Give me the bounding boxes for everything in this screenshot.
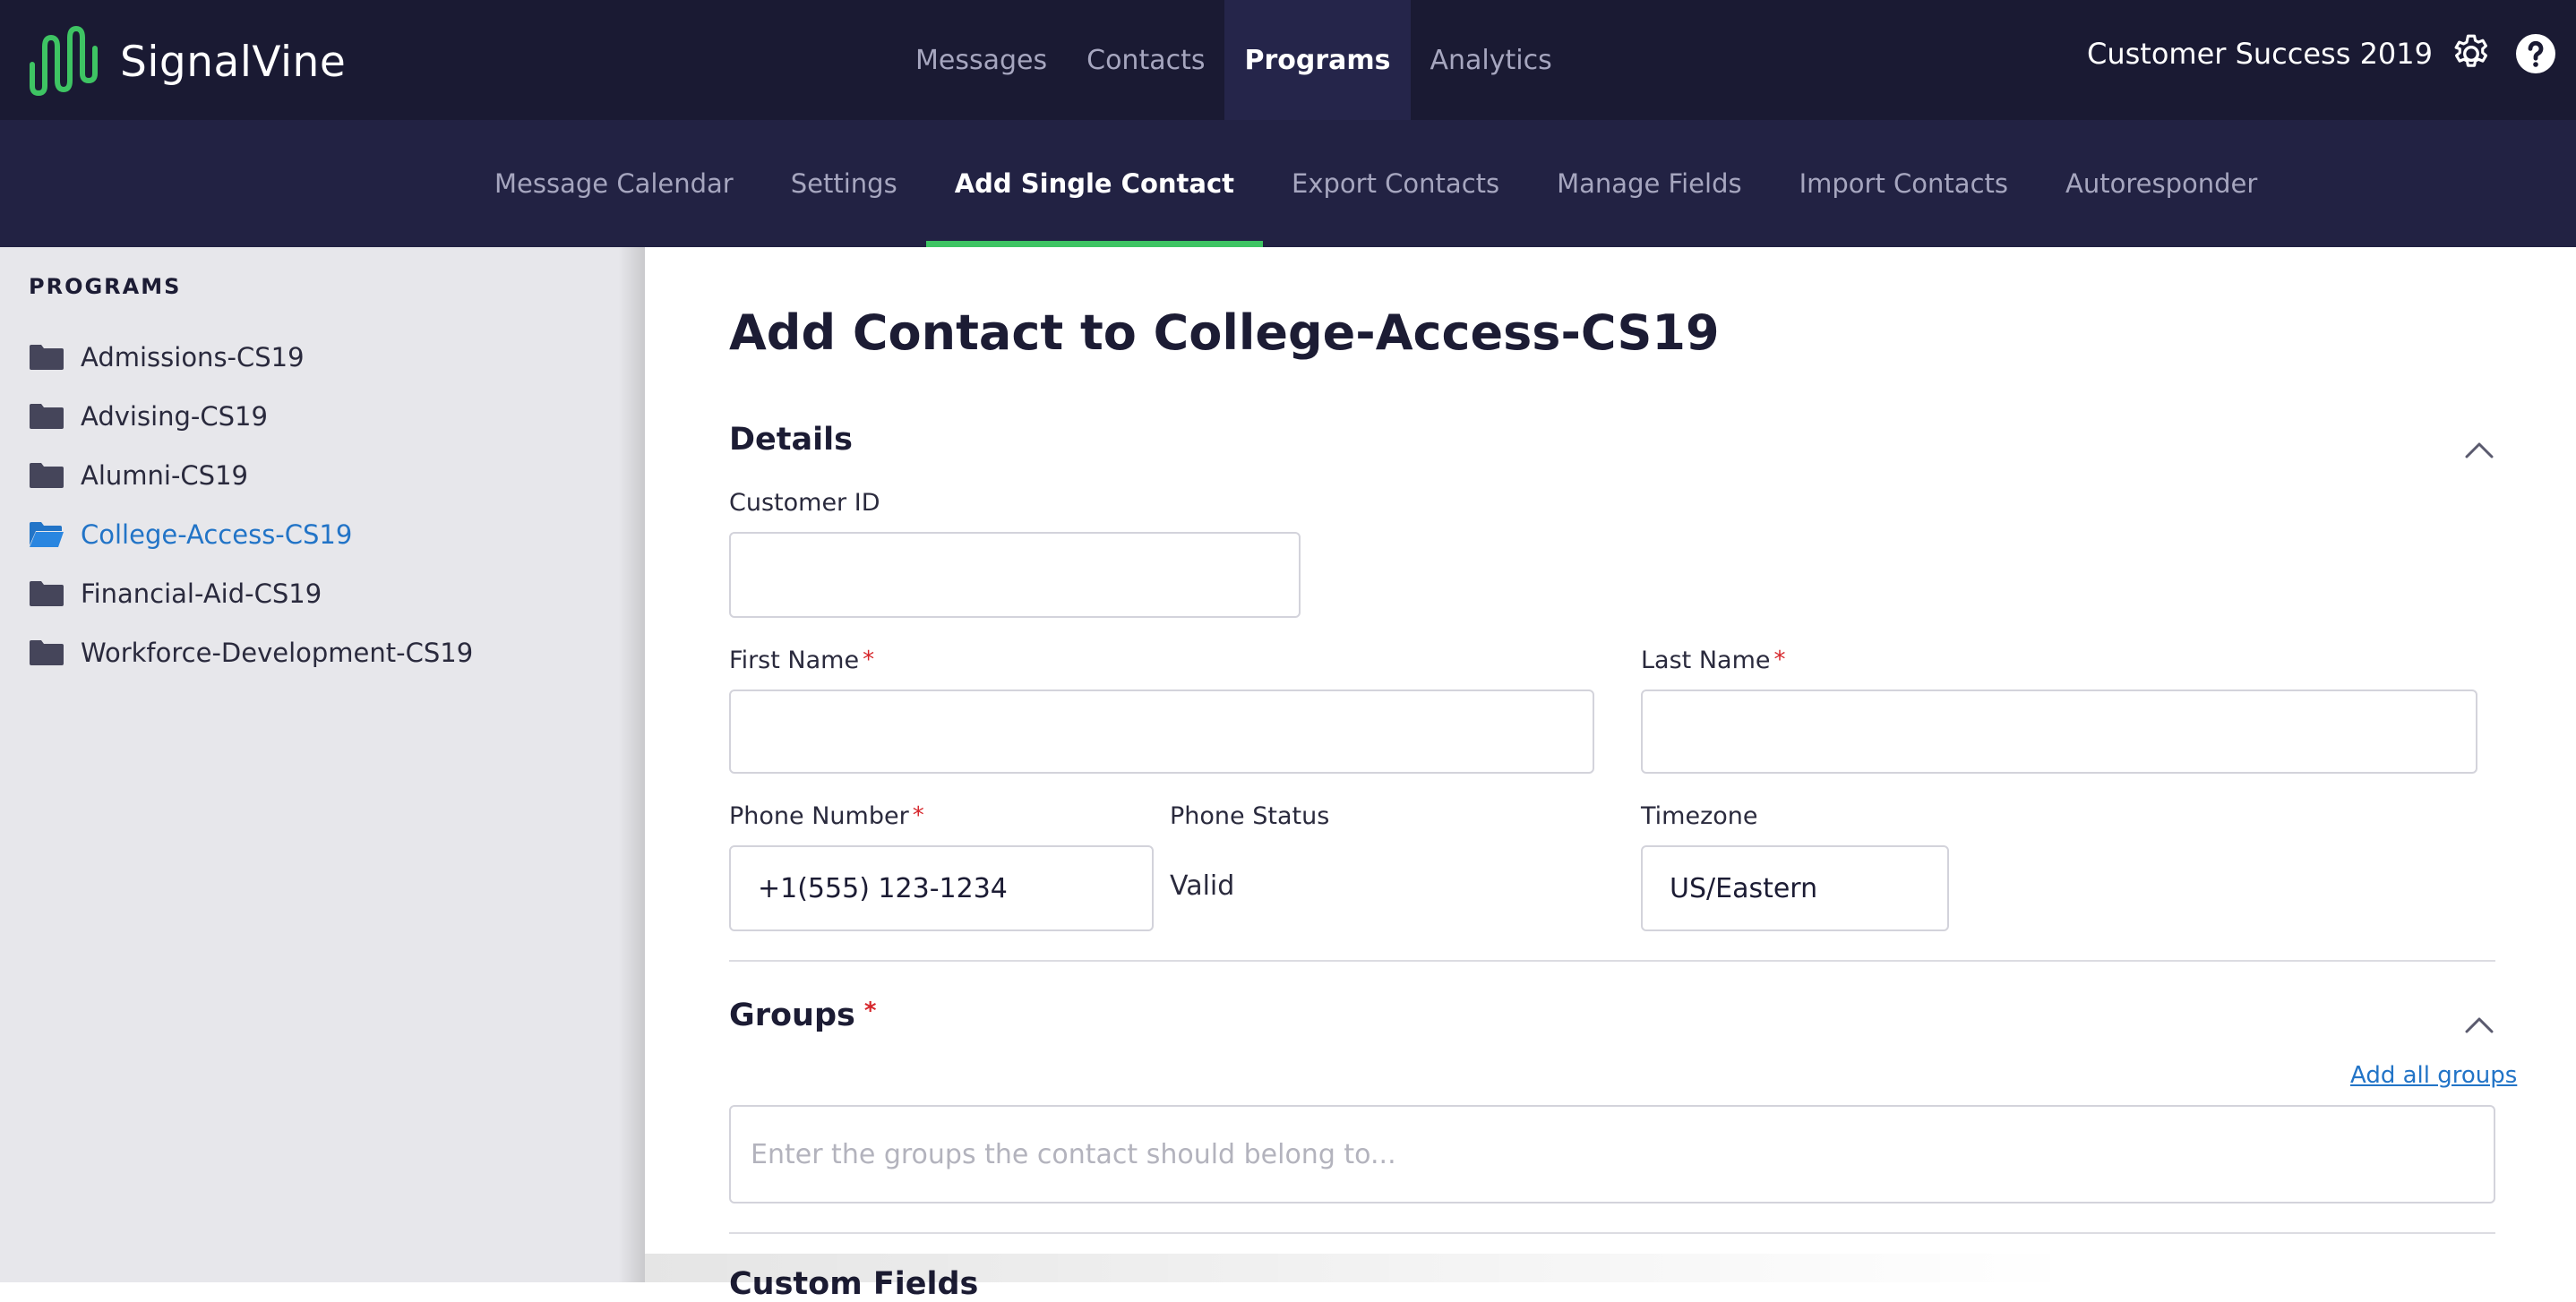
phone-status-label: Phone Status <box>1170 802 1330 830</box>
gear-icon <box>2454 34 2488 67</box>
tab-message-calendar[interactable]: Message Calendar <box>466 120 762 247</box>
folder-icon <box>29 403 64 430</box>
add-contact-panel: Add Contact to College-Access-CS19 Detai… <box>645 247 2576 1302</box>
nav-analytics[interactable]: Analytics <box>1411 0 1572 120</box>
last-name-input[interactable] <box>1641 690 2477 774</box>
section-divider <box>729 960 2495 962</box>
sidebar-item-label: Admissions-CS19 <box>81 342 305 373</box>
program-list: Admissions-CS19 Advising-CS19 Alumni-CS1… <box>29 328 473 682</box>
tab-autoresponder[interactable]: Autoresponder <box>2037 120 2286 247</box>
section-divider <box>729 1232 2495 1234</box>
first-name-label: First Name * <box>729 647 874 674</box>
groups-section-title: Groups * <box>729 998 876 1033</box>
account-area: Customer Success 2019 <box>2087 0 2576 107</box>
first-name-label-text: First Name <box>729 647 860 674</box>
tab-export-contacts[interactable]: Export Contacts <box>1263 120 1528 247</box>
tab-manage-fields[interactable]: Manage Fields <box>1528 120 1770 247</box>
groups-input[interactable] <box>729 1105 2495 1203</box>
sidebar-item-label: Alumni-CS19 <box>81 460 248 491</box>
programs-sidebar: PROGRAMS Admissions-CS19 Advising-CS19 A… <box>0 247 645 1282</box>
brand-logo[interactable]: SignalVine <box>27 21 346 102</box>
phone-number-label-text: Phone Number <box>729 802 909 830</box>
sidebar-item-label: Advising-CS19 <box>81 401 268 432</box>
account-name[interactable]: Customer Success 2019 <box>2087 37 2433 71</box>
subnav: Message Calendar Settings Add Single Con… <box>466 120 2286 247</box>
add-all-groups-link[interactable]: Add all groups <box>2350 1062 2517 1089</box>
customer-id-input[interactable] <box>729 532 1301 618</box>
required-marker: * <box>863 647 875 673</box>
last-name-label-text: Last Name <box>1641 647 1771 674</box>
sidebar-shadow <box>618 247 645 1282</box>
signalvine-logo-icon <box>30 26 98 96</box>
folder-icon <box>29 344 64 371</box>
page-title: Add Contact to College-Access-CS19 <box>729 304 1720 361</box>
timezone-select[interactable] <box>1641 845 1949 931</box>
first-name-input[interactable] <box>729 690 1594 774</box>
groups-title-text: Groups <box>729 998 855 1033</box>
folder-icon <box>29 639 64 666</box>
program-sub-navigation: Message Calendar Settings Add Single Con… <box>0 120 2576 247</box>
nav-contacts[interactable]: Contacts <box>1067 0 1224 120</box>
required-marker: * <box>912 802 924 829</box>
main-nav: Messages Contacts Programs Analytics <box>896 0 1572 120</box>
tab-settings[interactable]: Settings <box>762 120 926 247</box>
scroll-fade <box>645 1254 2078 1282</box>
folder-icon <box>29 462 64 489</box>
folder-open-icon <box>29 521 64 548</box>
phone-status-value: Valid <box>1170 870 1235 902</box>
details-section-title: Details <box>729 422 853 458</box>
help-icon <box>2516 34 2555 73</box>
sidebar-item-college-access[interactable]: College-Access-CS19 <box>29 505 473 564</box>
phone-number-input[interactable] <box>729 845 1154 931</box>
sidebar-heading: PROGRAMS <box>29 274 182 299</box>
sidebar-item-advising[interactable]: Advising-CS19 <box>29 387 473 446</box>
brand-name: SignalVine <box>120 37 347 87</box>
last-name-label: Last Name * <box>1641 647 1785 674</box>
required-marker: * <box>1773 647 1786 673</box>
sidebar-item-workforce-development[interactable]: Workforce-Development-CS19 <box>29 623 473 682</box>
sidebar-item-label: Financial-Aid-CS19 <box>81 578 322 609</box>
sidebar-item-label: Workforce-Development-CS19 <box>81 638 474 668</box>
folder-icon <box>29 580 64 607</box>
help-button[interactable] <box>2512 30 2560 78</box>
phone-number-label: Phone Number * <box>729 802 924 830</box>
settings-button[interactable] <box>2447 30 2495 78</box>
nav-programs[interactable]: Programs <box>1224 0 1411 120</box>
top-navigation-bar: SignalVine Messages Contacts Programs An… <box>0 0 2576 120</box>
nav-messages[interactable]: Messages <box>896 0 1067 120</box>
sidebar-item-financial-aid[interactable]: Financial-Aid-CS19 <box>29 564 473 623</box>
customer-id-label: Customer ID <box>729 489 880 517</box>
timezone-label: Timezone <box>1641 802 1758 830</box>
required-marker: * <box>863 998 877 1024</box>
chevron-up-icon[interactable] <box>2463 439 2495 460</box>
chevron-up-icon[interactable] <box>2463 1014 2495 1035</box>
sidebar-item-label: College-Access-CS19 <box>81 519 353 550</box>
tab-add-single-contact[interactable]: Add Single Contact <box>925 120 1264 247</box>
sidebar-item-admissions[interactable]: Admissions-CS19 <box>29 328 473 387</box>
tab-import-contacts[interactable]: Import Contacts <box>1771 120 2037 247</box>
sidebar-item-alumni[interactable]: Alumni-CS19 <box>29 446 473 505</box>
